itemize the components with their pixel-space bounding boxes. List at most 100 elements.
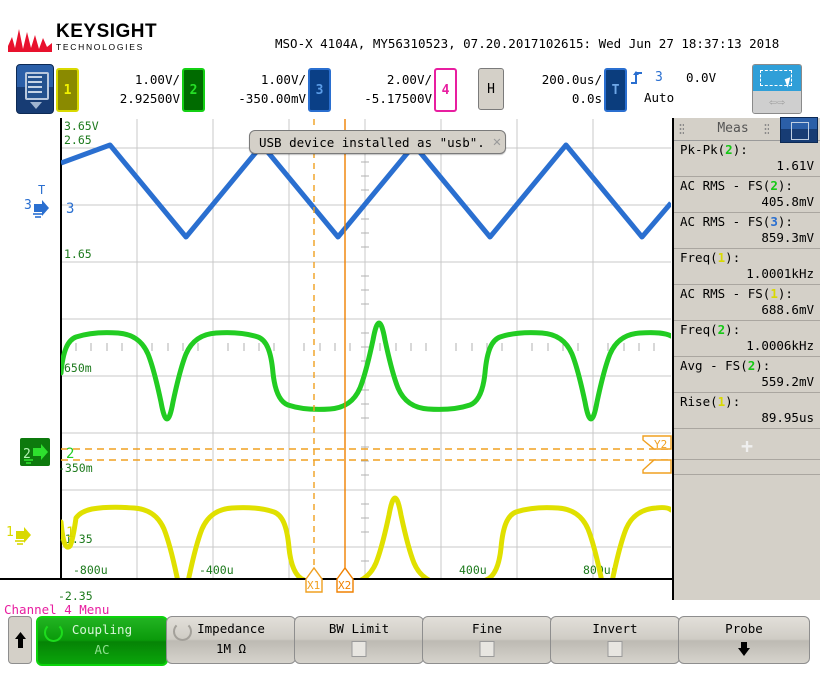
channel-4-button[interactable]: 4 — [434, 68, 457, 112]
measurement-suffix: ): — [778, 286, 793, 301]
header-bar: KEYSIGHT TECHNOLOGIES MSO-X 4104A, MY563… — [0, 0, 820, 60]
y-tick-label: 3.65V — [64, 119, 99, 133]
measurement-value: 559.2mV — [680, 374, 814, 390]
measurement-row[interactable]: Freq(2): 1.0006kHz — [674, 321, 820, 357]
channel-3-offset: -5.17500V — [332, 89, 432, 108]
fine-checkbox[interactable] — [480, 641, 495, 657]
trigger-level-marker: T — [38, 183, 45, 197]
measurement-suffix: ): — [733, 142, 748, 157]
horizontal-settings: 200.0us/ 0.0s — [502, 70, 602, 108]
waveform-grid[interactable]: 3.65V 2.65 1.65 650m -350m -1.35 -2.35 -… — [0, 118, 672, 600]
softkey-fine[interactable]: Fine — [422, 616, 552, 664]
measurement-value: 1.0006kHz — [680, 338, 814, 354]
channel-2-scale: 1.00V/ — [206, 70, 306, 89]
measurement-value: 859.3mV — [680, 230, 814, 246]
measurement-row[interactable]: Freq(1): 1.0001kHz — [674, 249, 820, 285]
y-tick-label: 650m — [64, 361, 92, 375]
trigger-button[interactable]: T — [604, 68, 627, 112]
measurement-suffix: ): — [725, 322, 740, 337]
channel-1-number: 1 — [64, 83, 72, 98]
notification-toast[interactable]: USB device installed as "usb". ✕ — [249, 130, 506, 154]
menu-list-icon[interactable] — [16, 64, 54, 114]
measurement-suffix: ): — [778, 178, 793, 193]
measurement-value: 89.95us — [680, 410, 814, 426]
measurement-label: Pk-Pk( — [680, 142, 725, 157]
y-tick-label: 2.65 — [64, 133, 92, 147]
zoom-select-icon[interactable]: ⇦⇨ — [752, 64, 802, 114]
measurement-empty-row — [674, 460, 820, 475]
measurement-label: Avg - FS( — [680, 358, 748, 373]
svg-text:X2: X2 — [338, 579, 351, 592]
measurement-panel-title: Meas — [674, 121, 792, 136]
softkey-label: Impedance — [167, 621, 295, 636]
timebase-scale: 200.0us/ — [502, 70, 602, 89]
x-tick-label: 400u — [459, 563, 487, 577]
measurement-value: 1.61V — [680, 158, 814, 174]
measurement-panel[interactable]: Meas Pk-Pk(2): 1.61V AC RMS - FS(2): 405… — [672, 118, 820, 600]
measurement-row[interactable]: Rise(1): 89.95us — [674, 393, 820, 429]
softkey-impedance[interactable]: Impedance 1M Ω — [166, 616, 296, 664]
svg-text:2: 2 — [66, 446, 74, 462]
instrument-title: MSO-X 4104A, MY56310523, 07.20.201710261… — [275, 36, 779, 51]
measurement-panel-header: Meas — [674, 118, 820, 141]
softkey-label: Invert — [551, 621, 679, 636]
horizontal-button-label: H — [487, 82, 495, 97]
rising-edge-icon[interactable] — [630, 70, 644, 86]
measurement-label: AC RMS - FS( — [680, 178, 770, 193]
svg-text:1: 1 — [66, 525, 74, 541]
svg-text:3: 3 — [24, 198, 32, 213]
softkey-value: 1M Ω — [167, 641, 295, 656]
down-arrow-icon — [737, 641, 752, 657]
softkey-invert[interactable]: Invert — [550, 616, 680, 664]
softkey-probe[interactable]: Probe — [678, 616, 810, 664]
menu-up-button[interactable] — [8, 616, 32, 664]
channel-1-button[interactable]: 1 — [56, 68, 79, 112]
close-icon[interactable]: ✕ — [493, 135, 501, 149]
keysight-wave-logo-icon — [8, 26, 52, 52]
notification-text: USB device installed as "usb". — [259, 135, 485, 150]
softkey-coupling[interactable]: Coupling AC — [36, 616, 168, 666]
timebase-delay: 0.0s — [502, 89, 602, 108]
channel-2-settings: 1.00V/ -350.00mV — [206, 70, 306, 108]
softkey-label: Probe — [679, 621, 809, 636]
add-measurement-button[interactable]: + — [674, 429, 820, 460]
softkey-value: AC — [38, 642, 166, 657]
channel-1-offset: 2.92500V — [80, 89, 180, 108]
channel-2-offset: -350.00mV — [206, 89, 306, 108]
softkey-label: BW Limit — [295, 621, 423, 636]
svg-text:Y2: Y2 — [654, 438, 667, 451]
measurement-suffix: ): — [725, 250, 740, 265]
channel-2-number: 2 — [190, 83, 198, 98]
softkey-menu-title: Channel 4 Menu — [4, 602, 109, 617]
softkey-label: Coupling — [38, 622, 166, 637]
softkey-bw-limit[interactable]: BW Limit — [294, 616, 424, 664]
measurement-label: Freq( — [680, 322, 718, 337]
y-tick-label: -2.35 — [58, 589, 93, 600]
trigger-button-label: T — [612, 83, 620, 98]
horizontal-button[interactable]: H — [478, 68, 504, 110]
pan-zoom-icon: ⇦⇨ — [753, 91, 801, 113]
y-tick-label: -350m — [58, 461, 93, 475]
drag-grip-icon[interactable] — [764, 123, 769, 135]
measurement-row[interactable]: AC RMS - FS(1): 688.6mV — [674, 285, 820, 321]
channel-1-settings: 1.00V/ 2.92500V — [80, 70, 180, 108]
trigger-mode[interactable]: Auto — [644, 90, 674, 105]
channel-2-button[interactable]: 2 — [182, 68, 205, 112]
x-tick-label: -800u — [73, 563, 108, 577]
up-arrow-icon — [14, 631, 27, 649]
trigger-source[interactable]: 3 — [655, 70, 663, 85]
measurement-row[interactable]: AC RMS - FS(2): 405.8mV — [674, 177, 820, 213]
measurement-row[interactable]: Avg - FS(2): 559.2mV — [674, 357, 820, 393]
invert-checkbox[interactable] — [608, 641, 623, 657]
control-strip: 1 1.00V/ 2.92500V 2 1.00V/ -350.00mV 3 2… — [0, 60, 820, 118]
measurement-row[interactable]: Pk-Pk(2): 1.61V — [674, 141, 820, 177]
bw-limit-checkbox[interactable] — [352, 641, 367, 657]
trigger-level: 0.0V — [686, 70, 716, 85]
channel-3-button[interactable]: 3 — [308, 68, 331, 112]
logo-brand-sub: TECHNOLOGIES — [56, 42, 157, 53]
measurement-row[interactable]: AC RMS - FS(3): 859.3mV — [674, 213, 820, 249]
meas-list-icon[interactable] — [780, 117, 818, 143]
measurement-suffix: ): — [725, 394, 740, 409]
channel-4-number: 4 — [442, 83, 450, 98]
logo-brand-name: KEYSIGHT — [56, 22, 157, 42]
